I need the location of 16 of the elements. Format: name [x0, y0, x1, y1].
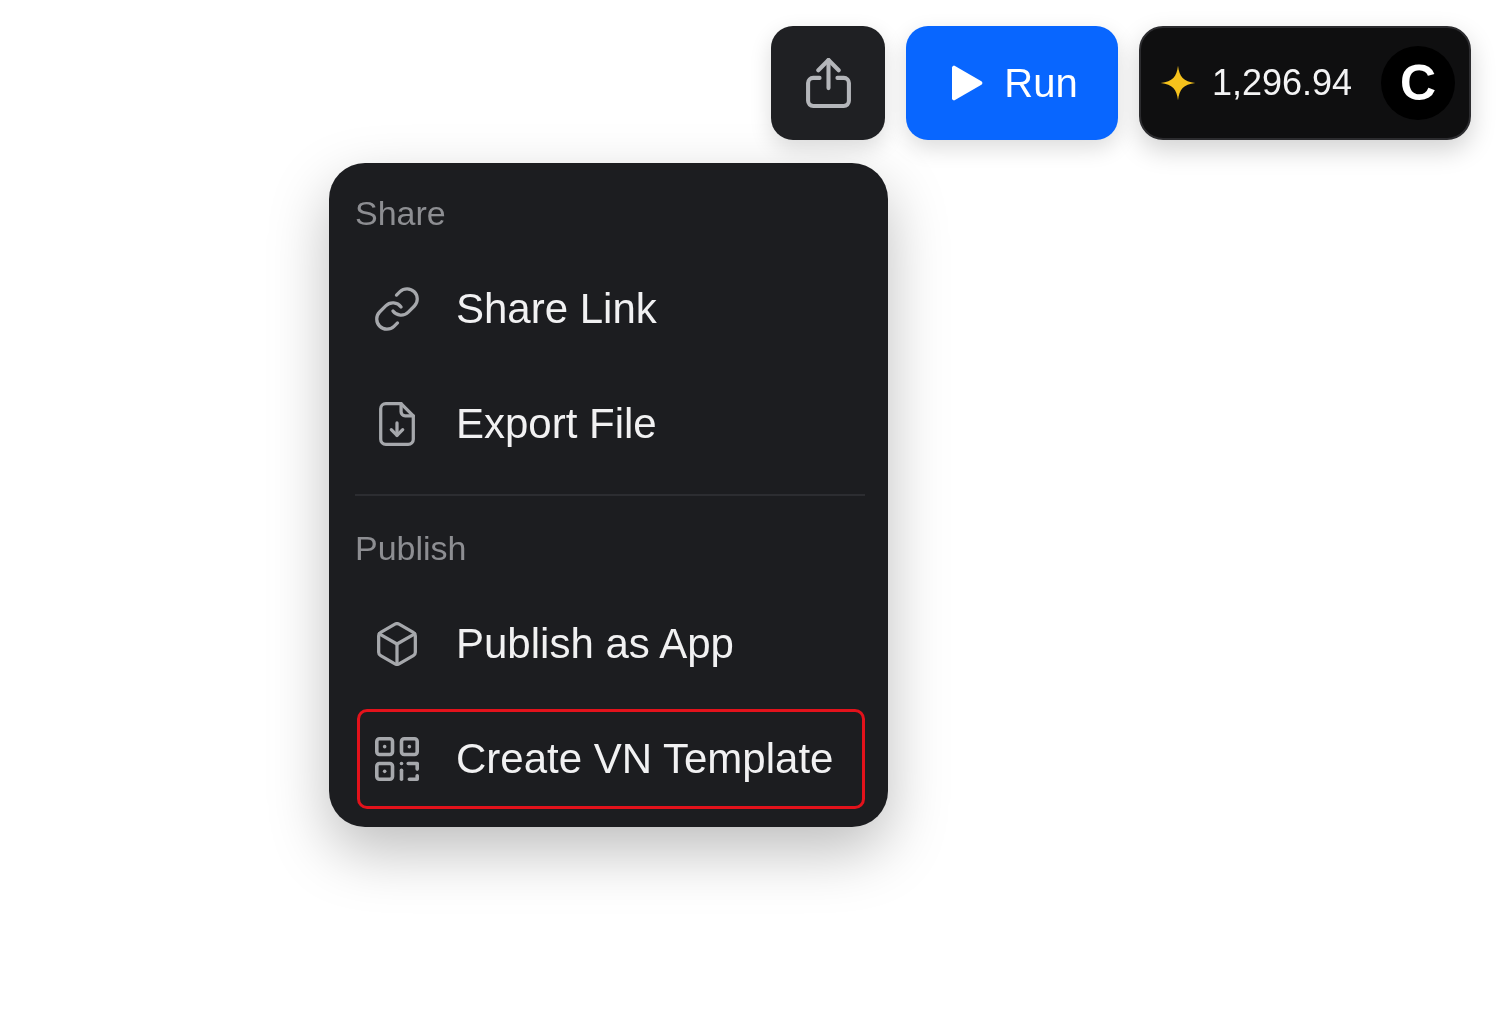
share-button[interactable]: [771, 26, 885, 140]
menu-item[interactable]: Create VN Template: [357, 709, 865, 809]
qr-code-icon: [375, 737, 419, 781]
run-button[interactable]: Run: [906, 26, 1118, 140]
section-header: Publish: [355, 528, 468, 569]
menu-item[interactable]: Export File: [357, 374, 865, 474]
link-icon: [375, 287, 419, 331]
credit-balance: 1,296.94: [1212, 62, 1354, 104]
menu-item[interactable]: Share Link: [357, 259, 865, 359]
section-header: Share: [355, 193, 447, 234]
cube-icon: [375, 622, 419, 666]
menu-item[interactable]: Publish as App: [357, 594, 865, 694]
sparkle-icon: [1160, 65, 1196, 101]
avatar-button[interactable]: C: [1381, 46, 1455, 120]
play-icon: [950, 64, 985, 102]
upload-icon: [805, 58, 851, 108]
